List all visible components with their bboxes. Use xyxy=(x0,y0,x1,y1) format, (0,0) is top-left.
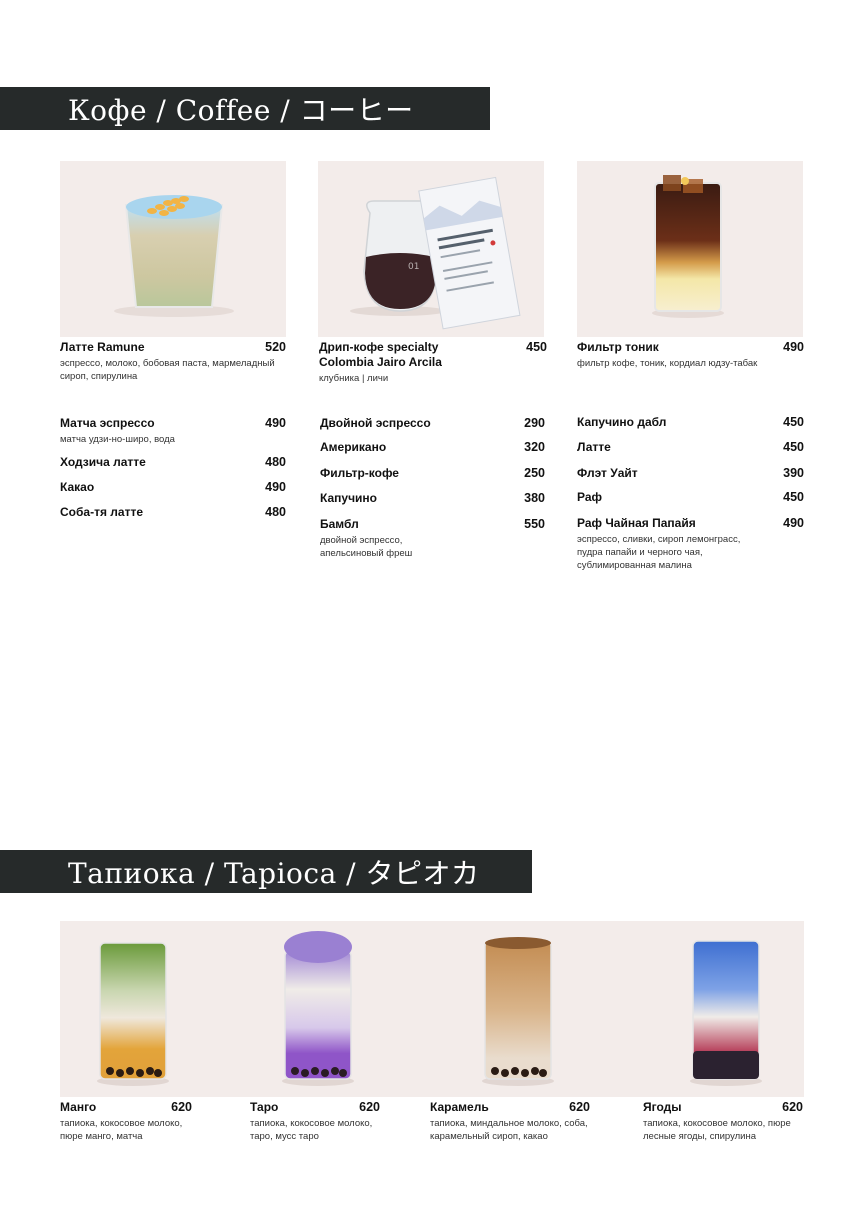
menu-item-raf: Раф 450 xyxy=(577,490,804,505)
item-price: 450 xyxy=(783,440,804,454)
item-price: 450 xyxy=(526,340,547,354)
menu-item-americano: Американо 320 xyxy=(320,440,545,455)
item-name: Фильтр-кофе xyxy=(320,466,399,480)
tapioca-item-berries: Ягоды 620 тапиока, кокосовое молоко, пюр… xyxy=(643,1100,803,1143)
item-price: 390 xyxy=(783,466,804,480)
tapioca-item-mango: Манго 620 тапиока, кокосовое молоко, пюр… xyxy=(60,1100,192,1143)
item-price: 620 xyxy=(359,1100,380,1114)
item-name: Флэт Уайт xyxy=(577,466,638,480)
item-price: 380 xyxy=(524,491,545,505)
item-price: 620 xyxy=(782,1100,803,1114)
item-price: 320 xyxy=(524,440,545,454)
item-name: Раф Чайная Папайя xyxy=(577,516,696,530)
item-name: Какао xyxy=(60,480,95,494)
item-desc: тапиока, миндальное молоко, соба, караме… xyxy=(430,1118,588,1142)
item-name: Латте Ramune xyxy=(60,340,145,354)
menu-item-drip-coffee: Дрип-кофе specialty Colombia Jairo Arcil… xyxy=(319,340,547,385)
carafe-number: 01 xyxy=(408,262,419,272)
tapioca-item-caramel: Карамель 620 тапиока, миндальное молоко,… xyxy=(430,1100,590,1143)
item-name: Ходзича латте xyxy=(60,455,146,469)
menu-item-matcha-espresso: Матча эспрессо 490 матча удзи-но-широ, в… xyxy=(60,416,286,446)
item-price: 480 xyxy=(265,455,286,469)
item-name: Соба-тя латте xyxy=(60,505,144,519)
menu-item-cocoa: Какао 490 xyxy=(60,480,286,495)
item-name: Дрип-кофе specialty Colombia Jairo Arcil… xyxy=(319,340,442,369)
item-desc: эспрессо, сливки, сироп лемонграсс, пудр… xyxy=(577,534,741,571)
tapioca-section-title: Тапиока / Tapioca / タピオカ xyxy=(68,856,480,890)
item-price: 450 xyxy=(783,415,804,429)
item-price: 250 xyxy=(524,466,545,480)
menu-item-filter-tonic: Фильтр тоник 490 фильтр кофе, тоник, кор… xyxy=(577,340,804,370)
item-name: Ягоды xyxy=(643,1100,682,1114)
item-desc: матча удзи-но-широ, вода xyxy=(60,434,175,445)
tapioca-item-taro: Таро 620 тапиока, кокосовое молоко, таро… xyxy=(250,1100,380,1143)
menu-item-raf-tea-papaya: Раф Чайная Папайя 490 эспрессо, сливки, … xyxy=(577,516,804,572)
item-price: 490 xyxy=(265,416,286,430)
drip-coffee-photo: 01 xyxy=(318,161,544,337)
item-name: Матча эспрессо xyxy=(60,416,155,430)
item-price: 290 xyxy=(524,416,545,430)
menu-item-latte-ramune: Латте Ramune 520 эспрессо, молоко, бобов… xyxy=(60,340,286,383)
item-name: Латте xyxy=(577,440,611,454)
item-name: Капучино дабл xyxy=(577,415,667,429)
item-name: Бамбл xyxy=(320,517,359,531)
menu-item-double-espresso: Двойной эспрессо 290 xyxy=(320,416,545,431)
menu-item-soba-tea-latte: Соба-тя латте 480 xyxy=(60,505,286,520)
item-price: 620 xyxy=(171,1100,192,1114)
latte-ramune-photo xyxy=(60,161,286,337)
coffee-section-title: Кофе / Coffee / コーヒー xyxy=(68,93,414,127)
filter-tonic-photo xyxy=(577,161,803,337)
menu-item-cappuccino-double: Капучино дабл 450 xyxy=(577,415,804,430)
item-price: 490 xyxy=(783,516,804,530)
item-desc: тапиока, кокосовое молоко, таро, мусс та… xyxy=(250,1118,373,1142)
menu-item-filter-coffee: Фильтр-кофе 250 xyxy=(320,466,545,481)
item-price: 490 xyxy=(265,480,286,494)
item-desc: клубника | личи xyxy=(319,373,389,384)
item-price: 450 xyxy=(783,490,804,504)
menu-item-bumble: Бамбл 550 двойной эспрессо, апельсиновый… xyxy=(320,517,545,560)
item-desc: тапиока, кокосовое молоко, пюре манго, м… xyxy=(60,1118,183,1142)
menu-item-hojicha-latte: Ходзича латте 480 xyxy=(60,455,286,470)
tapioca-photo-strip xyxy=(60,921,804,1097)
item-desc: двойной эспрессо, апельсиновый фреш xyxy=(320,535,413,559)
item-name: Фильтр тоник xyxy=(577,340,659,354)
item-price: 490 xyxy=(783,340,804,354)
menu-item-flat-white: Флэт Уайт 390 xyxy=(577,466,804,481)
item-desc: фильтр кофе, тоник, кордиал юдзу-табак xyxy=(577,358,758,369)
item-name: Американо xyxy=(320,440,387,454)
item-price: 620 xyxy=(569,1100,590,1114)
coffee-section-header: Кофе / Coffee / コーヒー xyxy=(0,87,490,130)
menu-item-latte: Латте 450 xyxy=(577,440,804,455)
item-desc: эспрессо, молоко, бобовая паста, мармела… xyxy=(60,358,275,382)
item-name: Карамель xyxy=(430,1100,489,1114)
item-price: 480 xyxy=(265,505,286,519)
item-name: Раф xyxy=(577,490,603,504)
item-price: 520 xyxy=(265,340,286,354)
item-name: Двойной эспрессо xyxy=(320,416,431,430)
item-desc: тапиока, кокосовое молоко, пюре лесные я… xyxy=(643,1118,791,1142)
menu-item-cappuccino: Капучино 380 xyxy=(320,491,545,506)
tapioca-section-header: Тапиока / Tapioca / タピオカ xyxy=(0,850,532,893)
item-price: 550 xyxy=(524,517,545,531)
item-name: Капучино xyxy=(320,491,377,505)
